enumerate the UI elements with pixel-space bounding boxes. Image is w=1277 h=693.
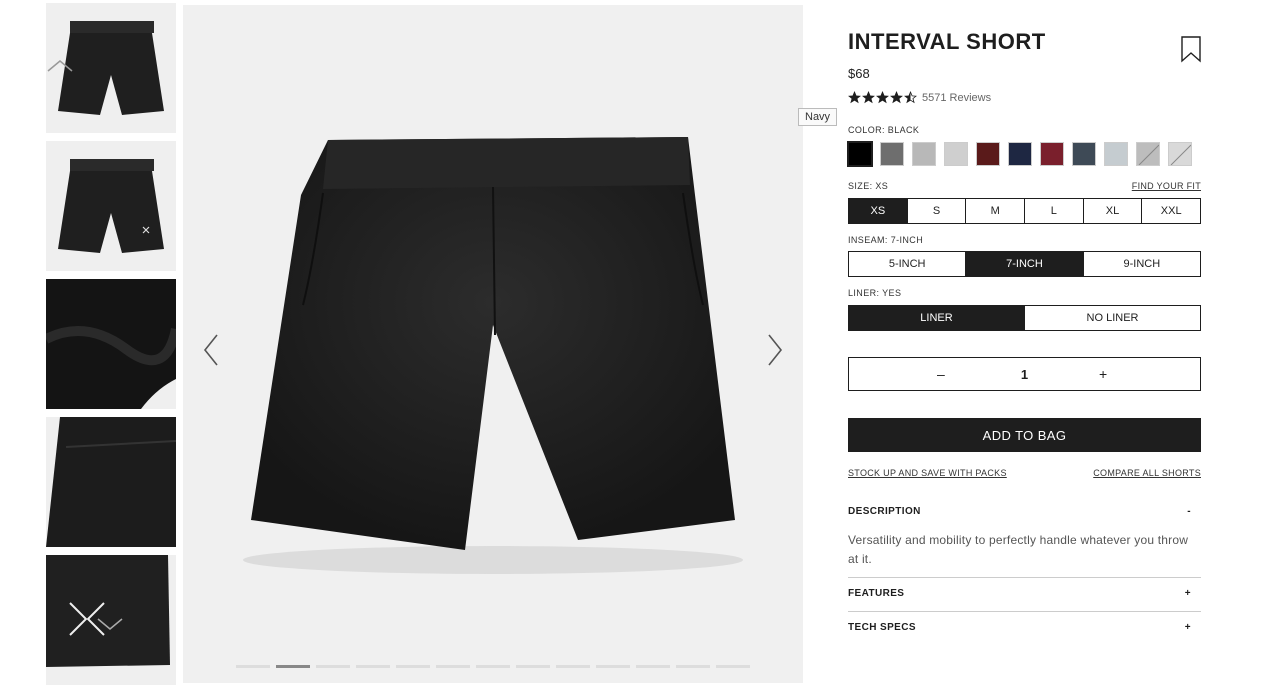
color-swatches xyxy=(847,141,1192,167)
liner-label: LINER: YES xyxy=(848,288,902,298)
star-icon xyxy=(890,91,903,104)
size-option[interactable]: L xyxy=(1024,199,1083,223)
inseam-option[interactable]: 7-INCH xyxy=(965,252,1083,276)
bookmark-icon[interactable] xyxy=(1180,35,1202,63)
expand-icon: + xyxy=(1184,588,1191,599)
pagination-dot[interactable] xyxy=(716,665,750,668)
accordion-tech-specs: TECH SPECS + xyxy=(848,622,1201,633)
thumbnail-fabric[interactable] xyxy=(46,279,176,409)
image-pagination xyxy=(236,665,750,668)
pagination-dot[interactable] xyxy=(276,665,310,668)
star-icon xyxy=(904,91,917,104)
description-toggle[interactable]: DESCRIPTION - xyxy=(848,506,1201,517)
color-swatch[interactable] xyxy=(976,142,1000,166)
features-toggle[interactable]: FEATURES + xyxy=(848,588,1201,599)
accordion-title: DESCRIPTION xyxy=(848,506,921,517)
sold-out-slash-icon xyxy=(1138,144,1159,165)
color-swatch[interactable] xyxy=(944,142,968,166)
liner-option[interactable]: LINER xyxy=(849,306,1024,330)
inseam-selector: 5-INCH 7-INCH 9-INCH xyxy=(848,251,1201,277)
quantity-decrease-button[interactable]: – xyxy=(937,366,945,382)
color-swatch[interactable] xyxy=(1072,142,1096,166)
color-swatch[interactable] xyxy=(880,142,904,166)
pagination-dot[interactable] xyxy=(516,665,550,668)
pagination-dot[interactable] xyxy=(396,665,430,668)
color-swatch[interactable] xyxy=(1008,142,1032,166)
previous-image-arrow-icon[interactable] xyxy=(199,332,223,368)
color-swatch[interactable] xyxy=(1168,142,1192,166)
compare-shorts-link[interactable]: COMPARE ALL SHORTS xyxy=(1093,468,1201,478)
thumbnail-pocket[interactable] xyxy=(46,417,176,547)
sold-out-slash-icon xyxy=(1170,144,1191,165)
accordion-title: TECH SPECS xyxy=(848,622,916,633)
size-option[interactable]: XL xyxy=(1082,199,1142,223)
color-swatch[interactable] xyxy=(1040,142,1064,166)
color-swatch[interactable] xyxy=(1104,142,1128,166)
pagination-dot[interactable] xyxy=(596,665,630,668)
inseam-option[interactable]: 5-INCH xyxy=(849,252,965,276)
pagination-dot[interactable] xyxy=(356,665,390,668)
thumbnails-down-arrow-icon[interactable] xyxy=(96,615,124,635)
shorts-image xyxy=(243,137,743,574)
color-label: COLOR: BLACK xyxy=(848,125,920,135)
star-icon xyxy=(862,91,875,104)
quantity-increase-button[interactable]: + xyxy=(1099,366,1107,382)
pagination-dot[interactable] xyxy=(316,665,350,668)
quantity-stepper: – 1 + xyxy=(848,357,1201,391)
description-text: Versatility and mobility to perfectly ha… xyxy=(848,533,1189,566)
accordion-description: DESCRIPTION - Versatility and mobility t… xyxy=(848,506,1201,569)
expand-icon: + xyxy=(1184,622,1191,633)
next-image-arrow-icon[interactable] xyxy=(763,332,787,368)
color-swatch[interactable] xyxy=(912,142,936,166)
size-selector: XS S M L XL XXL xyxy=(848,198,1201,224)
quantity-value[interactable]: 1 xyxy=(1021,367,1028,382)
pagination-dot[interactable] xyxy=(556,665,590,668)
size-option[interactable]: XS xyxy=(849,199,907,223)
star-icon xyxy=(876,91,889,104)
thumbnails-up-arrow-icon[interactable] xyxy=(46,55,74,75)
size-option[interactable]: M xyxy=(965,199,1024,223)
product-rating: 5571 Reviews xyxy=(848,91,991,104)
divider xyxy=(848,611,1201,612)
accordion-features: FEATURES + xyxy=(848,588,1201,599)
reviews-link[interactable]: 5571 Reviews xyxy=(922,92,991,104)
color-swatch[interactable] xyxy=(847,141,873,167)
inseam-label: INSEAM: 7-INCH xyxy=(848,235,924,245)
star-icon xyxy=(848,91,861,104)
stock-up-packs-link[interactable]: STOCK UP AND SAVE WITH PACKS xyxy=(848,468,1007,478)
divider xyxy=(848,577,1201,578)
inseam-option[interactable]: 9-INCH xyxy=(1082,252,1200,276)
accordion-title: FEATURES xyxy=(848,588,905,599)
color-swatch[interactable] xyxy=(1136,142,1160,166)
collapse-icon: - xyxy=(1187,506,1191,517)
pagination-dot[interactable] xyxy=(236,665,270,668)
size-option[interactable]: XXL xyxy=(1141,199,1200,223)
pagination-dot[interactable] xyxy=(636,665,670,668)
liner-option[interactable]: NO LINER xyxy=(1024,306,1200,330)
size-option[interactable]: S xyxy=(906,199,966,223)
main-product-image xyxy=(183,5,803,683)
tech-specs-toggle[interactable]: TECH SPECS + xyxy=(848,622,1201,633)
liner-selector: LINER NO LINER xyxy=(848,305,1201,331)
add-to-bag-button[interactable]: ADD TO BAG xyxy=(848,418,1201,452)
pagination-dot[interactable] xyxy=(436,665,470,668)
rating-stars xyxy=(848,91,917,104)
product-price: $68 xyxy=(848,66,870,81)
pagination-dot[interactable] xyxy=(676,665,710,668)
pagination-dot[interactable] xyxy=(476,665,510,668)
find-your-fit-link[interactable]: FIND YOUR FIT xyxy=(1132,181,1201,191)
product-title: INTERVAL SHORT xyxy=(848,29,1046,54)
thumbnail-back[interactable] xyxy=(46,141,176,271)
color-tooltip: Navy xyxy=(798,108,838,126)
size-label: SIZE: XS xyxy=(848,181,889,191)
